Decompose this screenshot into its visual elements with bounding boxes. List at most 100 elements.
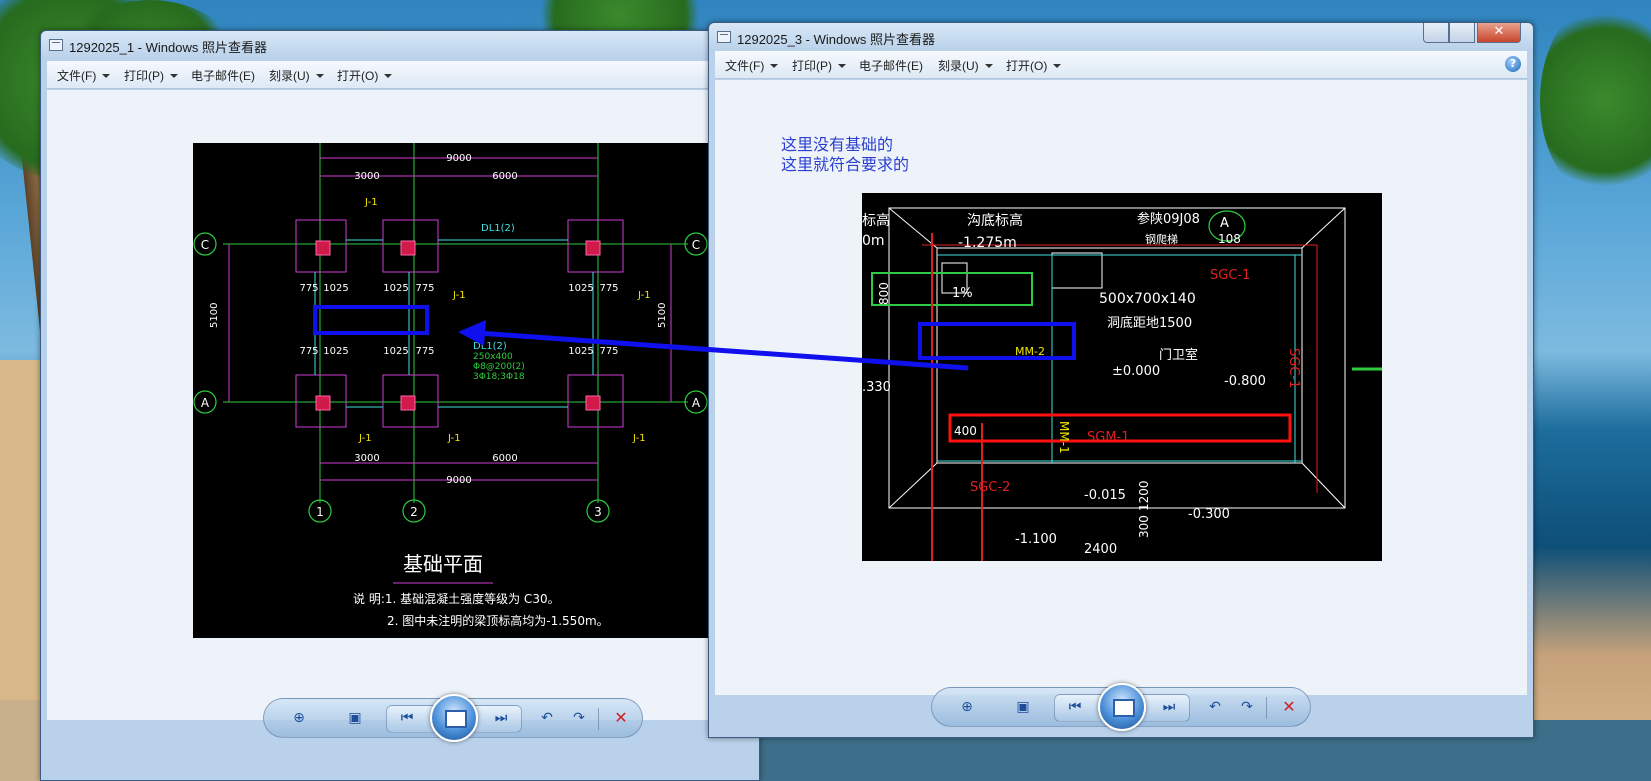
guardhouse-plan-drawing: 沟底标高 -1.275m 参陕09J08 钢爬梯 A 108 500x700x1… [862,207,1382,561]
beam-size: 250x400 [473,352,513,362]
menu-file[interactable]: 文件(F) [57,67,111,84]
menubar: 文件(F) 打印(P) 电子邮件(E) 刻录(U) 打开(O) [47,61,753,89]
left-level-label: 标高 [862,212,890,229]
maximize-button[interactable] [1449,23,1475,43]
highlight-box-no-foundation [313,305,429,335]
dim-5100-left: 5100 [209,303,220,328]
chevron-down-icon [770,64,779,68]
slideshow-button[interactable] [1098,683,1146,731]
rotate-right-icon[interactable]: ↷ [1234,696,1260,718]
dim-775: 775 [299,346,318,357]
menu-email[interactable]: 电子邮件(E) [191,67,255,84]
dim-2400: 2400 [1084,542,1117,557]
rotate-right-icon[interactable]: ↷ [566,707,592,729]
rotate-left-icon[interactable]: ↶ [1202,696,1228,718]
zoom-icon[interactable]: ⊕ [286,707,312,729]
reference-number: 108 [1218,232,1241,246]
dim-775: 775 [415,346,434,357]
dim-400: 400 [954,424,977,438]
left-level-330: .330 [862,380,891,395]
toolbar-separator [598,708,599,730]
image-area: 这里没有基础的 这里就符合要求的 沟底标高 -1.275m 参陕09J08 钢爬… [715,80,1527,695]
reference-standard: 参陕09J08 [1137,211,1200,227]
dim-1200: 1200 [1137,480,1151,511]
photo-viewer-window-1: 1292025_1 - Windows 照片查看器 文件(F) 打印(P) 电子… [40,30,760,781]
dim-1025: 1025 [568,346,593,357]
room-name: 门卫室 [1159,347,1198,363]
dim-1025: 1025 [568,283,593,294]
fit-window-icon[interactable]: ▣ [342,707,368,729]
chevron-down-icon [838,64,846,68]
close-button[interactable]: ✕ [1477,23,1521,43]
toolbar-separator [1266,697,1267,719]
menubar: 文件(F) 打印(P) 电子邮件(E) 刻录(U) 打开(O) ? [715,51,1527,79]
dim-total-bottom: 9000 [446,475,471,486]
floor-level: ±0.000 [1112,364,1160,379]
dim-6000-top: 6000 [492,171,517,182]
slope-label: 1% [952,286,973,301]
rotate-left-icon[interactable]: ↶ [534,707,560,729]
menu-burn[interactable]: 刻录(U) [269,67,324,84]
next-icon[interactable]: ⏭ [1156,696,1182,718]
help-icon[interactable]: ? [1505,56,1521,72]
menu-print[interactable]: 打印(P) [124,67,178,84]
titlebar[interactable]: 1292025_3 - Windows 照片查看器 ✕ [709,23,1533,51]
level-minus-0300: -0.300 [1188,507,1230,522]
axis-label-a-right: A [692,396,701,410]
dim-1025: 1025 [383,346,408,357]
dim-1025: 1025 [383,283,408,294]
reference-ladder: 钢爬梯 [1145,233,1178,246]
beam-stirrup: Φ8@200(2) [473,362,525,372]
footing-label: J-1 [637,290,651,301]
viewer-toolbar: ⊕ ▣ ⏮ ⏭ ↶ ↷ ✕ [931,683,1311,731]
delete-icon[interactable]: ✕ [608,707,634,729]
dim-300: 300 [1137,515,1151,538]
beam-label: DL1(2) [481,223,515,234]
previous-icon[interactable]: ⏮ [1062,696,1088,718]
axis-label-a: A [1220,216,1229,231]
annotation-line-2: 这里就符合要求的 [781,155,910,174]
dim-6000-bottom: 6000 [492,453,517,464]
axis-label-3: 3 [594,505,602,519]
level-minus-1100: -1.100 [1015,532,1057,547]
menu-open[interactable]: 打开(O) [1006,57,1062,74]
axis-label-c-right: C [692,238,700,252]
drawing-note-2: 2. 图中未注明的梁顶标高均为-1.550m。 [387,613,609,628]
chevron-down-icon [102,74,111,78]
menu-file[interactable]: 文件(F) [725,57,779,74]
app-icon [717,31,731,43]
axis-label-2: 2 [410,505,418,519]
previous-icon[interactable]: ⏮ [394,707,420,729]
dim-3000-top: 3000 [354,171,379,182]
drawing-note-1: 说 明:1. 基础混凝土强度等级为 C30。 [353,591,560,606]
chevron-down-icon [170,74,178,78]
dim-775: 775 [299,283,318,294]
footing-label: J-1 [364,197,378,208]
chevron-down-icon [384,74,393,78]
photo-viewer-window-2: 1292025_3 - Windows 照片查看器 ✕ 文件(F) 打印(P) … [708,22,1534,738]
level-minus-0800: -0.800 [1224,374,1266,389]
menu-print[interactable]: 打印(P) [792,57,846,74]
delete-icon[interactable]: ✕ [1276,696,1302,718]
app-icon [49,39,63,51]
dim-3000-bottom: 3000 [354,453,379,464]
opening-size: 500x700x140 [1099,291,1196,307]
viewer-toolbar: ⊕ ▣ ⏮ ⏭ ↶ ↷ ✕ [263,694,643,742]
next-icon[interactable]: ⏭ [488,707,514,729]
dim-5100-right: 5100 [657,303,668,328]
foundation-plan-drawing: C C A A 1 2 3 9000 3000 6000 3000 6000 9… [193,143,708,628]
footing-label: J-1 [358,433,372,444]
menu-email[interactable]: 电子邮件(E) [859,57,923,74]
highlight-box-reference [918,322,1076,360]
menu-open[interactable]: 打开(O) [337,67,393,84]
minimize-button[interactable] [1423,23,1449,43]
dim-775: 775 [415,283,434,294]
left-level-value: 0m [862,233,885,249]
titlebar[interactable]: 1292025_1 - Windows 照片查看器 [41,31,759,59]
slideshow-button[interactable] [430,694,478,742]
fit-window-icon[interactable]: ▣ [1010,696,1036,718]
menu-burn[interactable]: 刻录(U) [938,57,993,74]
sgm1-label: SGM-1 [1087,430,1130,445]
palm-leaves [1540,0,1651,200]
zoom-icon[interactable]: ⊕ [954,696,980,718]
